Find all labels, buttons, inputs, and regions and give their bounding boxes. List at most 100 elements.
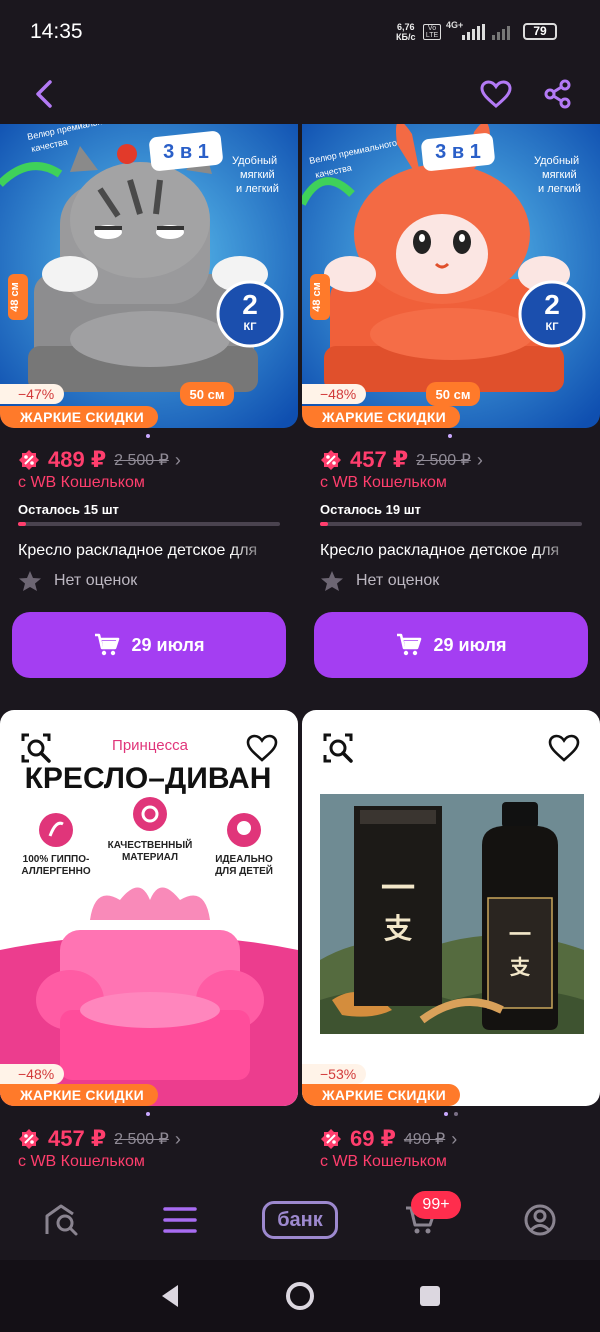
header <box>0 64 600 124</box>
stock-progress <box>18 522 280 526</box>
promo-label: ЖАРКИЕ СКИДКИ <box>0 406 158 428</box>
product-title[interactable]: Кресло раскладное детское для <box>18 542 280 560</box>
discount-badge: −53% <box>302 1064 367 1084</box>
nav-profile-icon[interactable] <box>518 1198 562 1242</box>
svg-text:一: 一 <box>381 871 415 908</box>
promo-label: ЖАРКИЕ СКИДКИ <box>302 406 460 428</box>
visual-search-icon[interactable] <box>16 728 56 768</box>
bottom-navigation: банк <box>0 1180 600 1260</box>
volte-icon: Vo LTE <box>423 24 441 40</box>
price-row: 69 ₽ 490 ₽ › <box>320 1124 457 1154</box>
badge-3in1: 3 в 1 <box>163 141 209 163</box>
favorite-heart-icon[interactable] <box>242 728 282 768</box>
price-row: 457 ₽ 2 500 ₽ › <box>320 445 483 475</box>
system-recents-icon[interactable] <box>410 1278 450 1314</box>
volte-line2: LTE <box>425 32 439 39</box>
heart-icon[interactable] <box>476 72 516 116</box>
stock-progress-fill <box>320 522 328 526</box>
rating: Нет оценок <box>320 570 439 592</box>
nav-bank-label: банк <box>262 1201 338 1239</box>
signal-icon <box>462 24 485 40</box>
battery-icon: 79 <box>523 23 557 40</box>
image-pager <box>444 1112 458 1116</box>
nav-home-search-icon[interactable] <box>40 1198 84 1242</box>
network-speed-unit: КБ/с <box>396 32 416 42</box>
chevron-right-icon[interactable]: › <box>477 450 483 471</box>
stock-left: Осталось 15 шт <box>18 502 119 517</box>
price: 69 ₽ <box>350 1126 396 1151</box>
product-card[interactable]: 3 в 1 Велюр премиального качества Удобны… <box>0 124 298 684</box>
svg-text:支: 支 <box>384 913 412 945</box>
cart-icon <box>396 633 421 656</box>
percent-icon <box>19 1129 39 1149</box>
visual-search-icon[interactable] <box>318 728 358 768</box>
percent-icon <box>19 450 39 470</box>
price-row: 489 ₽ 2 500 ₽ › <box>18 445 181 475</box>
wallet-note: с WB Кошельком <box>320 1153 447 1170</box>
star-icon <box>321 571 343 591</box>
product-card[interactable]: 3 в 1 Велюр премиального качества Удобны… <box>302 124 600 684</box>
svg-text:ДЛЯ ДЕТЕЙ: ДЛЯ ДЕТЕЙ <box>215 864 273 877</box>
rating: Нет оценок <box>18 570 137 592</box>
svg-text:МАТЕРИАЛ: МАТЕРИАЛ <box>122 852 178 863</box>
status-bar: 14:35 6,76 КБ/с Vo LTE 4G+ 79 <box>0 0 600 64</box>
chevron-right-icon[interactable]: › <box>175 450 181 471</box>
product-image[interactable]: 3 в 1 Велюр премиального качества Удобны… <box>0 124 298 428</box>
price: 489 ₽ <box>48 447 107 472</box>
network-speed: 6,76 КБ/с <box>396 22 415 42</box>
svg-text:и легкий: и легкий <box>236 183 279 195</box>
svg-text:50 см: 50 см <box>436 387 471 402</box>
wallet-note: с WB Кошельком <box>18 474 145 491</box>
add-to-cart-button[interactable]: 29 июля <box>314 612 588 678</box>
nav-bank[interactable]: банк <box>262 1198 338 1242</box>
rating-text: Нет оценок <box>54 572 138 589</box>
add-to-cart-button[interactable]: 29 июля <box>12 612 286 678</box>
wallet-note: с WB Кошельком <box>18 1153 145 1170</box>
system-home-icon[interactable] <box>280 1276 320 1316</box>
network-type: 4G+ <box>446 20 464 30</box>
price: 457 ₽ <box>350 447 409 472</box>
delivery-date: 29 июля <box>131 634 205 655</box>
product-image[interactable]: 一 支 一 支 −53% ЖАРКИЕ СКИДКИ <box>302 710 600 1106</box>
svg-text:48 см: 48 см <box>311 282 323 312</box>
network-speed-value: 6,76 <box>396 22 415 32</box>
percent-icon <box>321 1129 341 1149</box>
share-icon[interactable] <box>538 72 578 116</box>
svg-text:50 см: 50 см <box>190 387 225 402</box>
stock-progress-fill <box>18 522 26 526</box>
product-card[interactable]: 一 支 一 支 −53% ЖАРКИЕ СКИДКИ 69 ₽ 490 ₽ › … <box>302 710 600 1180</box>
price-row: 457 ₽ 2 500 ₽ › <box>18 1124 181 1154</box>
promo-label: ЖАРКИЕ СКИДКИ <box>302 1084 460 1106</box>
svg-text:Удобный: Удобный <box>534 155 579 167</box>
svg-text:48 см: 48 см <box>9 282 21 312</box>
svg-text:100% ГИППО-: 100% ГИППО- <box>23 854 90 865</box>
badge-3in1: 3 в 1 <box>435 141 481 163</box>
price: 457 ₽ <box>48 1126 107 1151</box>
system-navigation <box>0 1260 600 1332</box>
svg-text:АЛЛЕРГЕННО: АЛЛЕРГЕННО <box>21 866 90 877</box>
system-back-icon[interactable] <box>150 1278 190 1314</box>
svg-text:支: 支 <box>510 955 531 979</box>
volte-line1: Vo <box>427 25 437 32</box>
product-image[interactable]: Принцесса КРЕСЛО–ДИВАН 100% ГИППО- АЛЛЕР… <box>0 710 298 1106</box>
image-pager <box>146 434 150 438</box>
cart-icon <box>94 633 119 656</box>
stock-left: Осталось 19 шт <box>320 502 421 517</box>
image-top-text: Принцесса <box>112 737 189 754</box>
signal-2-icon <box>492 24 510 40</box>
percent-icon <box>321 450 341 470</box>
product-title[interactable]: Кресло раскладное детское для <box>320 542 582 560</box>
product-image[interactable]: 3 в 1 Велюр премиального качества Удобны… <box>302 124 600 428</box>
product-card[interactable]: Принцесса КРЕСЛО–ДИВАН 100% ГИППО- АЛЛЕР… <box>0 710 298 1180</box>
svg-text:КАЧЕСТВЕННЫЙ: КАЧЕСТВЕННЫЙ <box>108 838 193 851</box>
nav-catalog-icon[interactable] <box>158 1198 202 1242</box>
svg-text:ИДЕАЛЬНО: ИДЕАЛЬНО <box>215 854 273 865</box>
back-icon[interactable] <box>24 72 64 116</box>
rating-text: Нет оценок <box>356 572 440 589</box>
svg-text:КГ: КГ <box>546 321 560 333</box>
chevron-right-icon[interactable]: › <box>175 1129 181 1150</box>
chevron-right-icon[interactable]: › <box>451 1129 457 1150</box>
svg-text:мягкий: мягкий <box>542 169 577 181</box>
cart-badge: 99+ <box>411 1191 461 1219</box>
favorite-heart-icon[interactable] <box>544 728 584 768</box>
